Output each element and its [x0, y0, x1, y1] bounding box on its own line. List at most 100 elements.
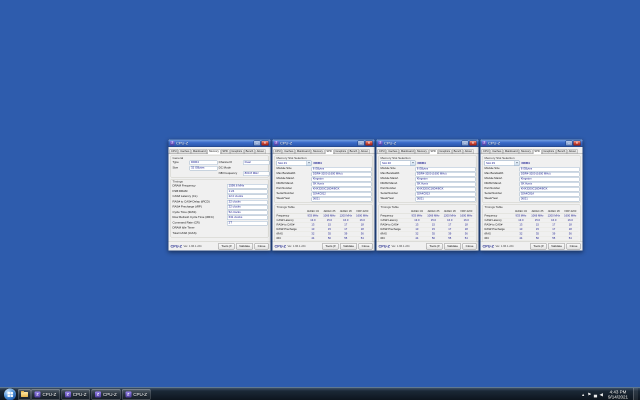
field-value: 32 GBytes	[189, 166, 217, 171]
field-value: SK Hynix	[415, 182, 475, 186]
tab[interactable]: About	[463, 149, 473, 154]
validate-button[interactable]: Validate	[548, 243, 565, 250]
field-label: Module Size	[277, 167, 311, 171]
minimize-button[interactable]: –	[462, 140, 469, 146]
window-bottom-bar: CPU-Z Ver. 1.96.1.x64 Tools |▾ Validate …	[481, 242, 583, 251]
tools-button[interactable]: Tools |▾	[426, 243, 442, 250]
memory-slot-groupbox: Memory Slot Selection Slot #3 ▼ DDR4 Mod…	[483, 156, 581, 203]
slot-selected-value: Slot #2	[382, 162, 391, 165]
system-tray: ▴ ⚑▄◀ 4:43 PM 9/14/2021	[582, 388, 638, 400]
field-label: Module Manuf.	[485, 177, 519, 181]
tab[interactable]: Bench	[244, 149, 255, 154]
window-titlebar[interactable]: Z CPU-Z – ✕	[481, 140, 583, 148]
tab[interactable]: Bench	[348, 149, 359, 154]
tab[interactable]: SPD	[221, 149, 230, 154]
tab[interactable]: Graphics	[334, 149, 348, 154]
validate-button[interactable]: Validate	[444, 243, 461, 250]
tab[interactable]: Graphics	[542, 149, 556, 154]
tab[interactable]: CPU	[274, 149, 283, 154]
taskbar-window-button[interactable]: Z CPU-Z	[122, 389, 151, 400]
show-hidden-icons-button[interactable]: ▴	[582, 392, 584, 398]
field-value: Dual	[243, 161, 269, 166]
tab[interactable]: Bench	[452, 149, 463, 154]
tab[interactable]: Graphics	[438, 149, 452, 154]
show-desktop-button[interactable]	[633, 388, 638, 400]
window-bottom-bar: CPU-Z Ver. 1.96.1.x64 Tools |▾ Validate …	[377, 242, 479, 251]
tab[interactable]: Mainboard	[191, 149, 207, 154]
field-value: KHX3200C16D4/8GX	[519, 187, 579, 191]
tab[interactable]: Caches	[283, 149, 295, 154]
field-label: Max Bandwidth	[381, 172, 415, 176]
tray-icon[interactable]: ◀	[600, 392, 603, 398]
validate-button[interactable]: Validate	[340, 243, 357, 250]
window-titlebar[interactable]: Z CPU-Z – ✕	[169, 140, 271, 148]
tab[interactable]: CPU	[378, 149, 387, 154]
slot-select-dropdown[interactable]: Slot #3 ▼	[485, 161, 520, 167]
timing-value: 22 clocks	[227, 200, 267, 205]
tab[interactable]: SPD	[325, 149, 334, 154]
tab[interactable]: Mainboard	[399, 149, 415, 154]
timing-value: 1599.6 MHz	[227, 184, 267, 189]
tray-icon[interactable]: ▄	[594, 392, 597, 397]
window-titlebar[interactable]: Z CPU-Z – ✕	[273, 140, 375, 148]
taskbar-window-button[interactable]: Z CPU-Z	[92, 389, 121, 400]
timings-table-body: Frequency 933 MHz 1066 MHz 1200 MHz 1600…	[277, 214, 371, 242]
tab[interactable]: SPD	[429, 149, 438, 154]
taskbar-window-button[interactable]: Z CPU-Z	[61, 389, 90, 400]
cpuz-app-icon: Z	[95, 392, 101, 398]
tab[interactable]: About	[255, 149, 265, 154]
minimize-button[interactable]: –	[254, 140, 261, 146]
tools-button[interactable]: Tools |▾	[322, 243, 338, 250]
taskbar-window-button[interactable]: Z CPU-Z	[31, 389, 60, 400]
tab[interactable]: Caches	[387, 149, 399, 154]
tab[interactable]: Memory	[520, 149, 533, 154]
taskbar-clock[interactable]: 4:43 PM 9/14/2021	[606, 390, 630, 400]
tab[interactable]: Bench	[556, 149, 567, 154]
window-titlebar[interactable]: Z CPU-Z – ✕	[377, 140, 479, 148]
close-button[interactable]: ✕	[261, 140, 269, 146]
slot-select-dropdown[interactable]: Slot #1 ▼	[277, 161, 312, 167]
minimize-button[interactable]: –	[566, 140, 573, 146]
tab[interactable]: SPD	[533, 149, 542, 154]
close-dialog-button[interactable]: Close	[359, 243, 373, 250]
tools-button[interactable]: Tools |▾	[530, 243, 546, 250]
taskbar-button-label: CPU-Z	[73, 392, 87, 397]
tab[interactable]: Memory	[208, 149, 221, 154]
tab[interactable]: Memory	[416, 149, 429, 154]
field-value: SK Hynix	[519, 182, 579, 186]
taskbar-pinned-explorer-button[interactable]	[18, 389, 31, 400]
tab[interactable]: CPU	[170, 149, 179, 154]
tab[interactable]: About	[359, 149, 369, 154]
tab[interactable]: CPU	[482, 149, 491, 154]
tab[interactable]: Graphics	[230, 149, 244, 154]
tab[interactable]: Mainboard	[503, 149, 519, 154]
field-label: Module Size	[381, 167, 415, 171]
close-dialog-button[interactable]: Close	[463, 243, 477, 250]
close-button[interactable]: ✕	[573, 140, 581, 146]
tab[interactable]: Memory	[312, 149, 325, 154]
minimize-button[interactable]: –	[358, 140, 365, 146]
tab[interactable]: Caches	[179, 149, 191, 154]
field-value: 36/21	[519, 197, 579, 201]
spd-tab-content: Memory Slot Selection Slot #2 ▼ DDR4 Mod…	[377, 154, 479, 242]
tab[interactable]: About	[567, 149, 577, 154]
module-type-label: DDR4	[522, 162, 530, 165]
taskbar-button-label: CPU-Z	[43, 392, 57, 397]
tab[interactable]: Mainboard	[295, 149, 311, 154]
module-fields: Module Size 8 GBytes Max Bandwidth DDR4-…	[277, 167, 371, 201]
tools-button[interactable]: Tools |▾	[218, 243, 234, 250]
close-button[interactable]: ✕	[365, 140, 373, 146]
close-button[interactable]: ✕	[469, 140, 477, 146]
slot-select-dropdown[interactable]: Slot #2 ▼	[381, 161, 416, 167]
cpuz-window-slot-1: Z CPU-Z – ✕ CPUCachesMainboardMemorySPDG…	[168, 139, 271, 251]
tray-icon[interactable]: ⚑	[587, 392, 591, 398]
start-button[interactable]	[4, 389, 16, 400]
tab[interactable]: Caches	[491, 149, 503, 154]
close-dialog-button[interactable]: Close	[567, 243, 581, 250]
timing-label: RAS# to CAS# Delay (tRCD)	[173, 200, 227, 205]
desktop: { "colors": { "desktop": "#2e5cad", "tit…	[0, 0, 640, 400]
validate-button[interactable]: Validate	[236, 243, 253, 250]
cpuz-app-icon: Z	[125, 392, 131, 398]
close-dialog-button[interactable]: Close	[255, 243, 269, 250]
field-label: Serial Number	[277, 192, 311, 196]
